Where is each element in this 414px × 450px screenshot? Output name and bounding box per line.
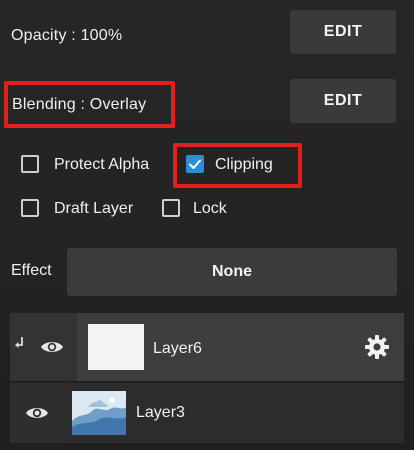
checkmark-icon — [189, 159, 201, 169]
opacity-edit-button[interactable]: EDIT — [290, 10, 396, 54]
effect-label: Effect — [11, 262, 52, 279]
clipping-checkbox[interactable] — [186, 155, 204, 173]
blending-label: Blending : Overlay — [12, 96, 147, 113]
layer-row-layer3[interactable]: Layer3 — [10, 383, 404, 443]
layer6-thumbnail — [88, 324, 144, 370]
eye-icon[interactable] — [40, 339, 64, 355]
layer6-name: Layer6 — [153, 340, 202, 357]
lock-label: Lock — [193, 200, 227, 217]
eye-icon[interactable] — [25, 405, 49, 421]
gear-icon[interactable] — [364, 334, 390, 360]
protect-alpha-label: Protect Alpha — [54, 156, 150, 173]
effect-select-button[interactable]: None — [67, 248, 397, 296]
draft-layer-checkbox[interactable] — [21, 199, 39, 217]
layer3-name: Layer3 — [136, 404, 185, 421]
layer-row-layer6[interactable]: Layer6 — [10, 313, 404, 381]
layer-properties-panel: Opacity : 100% EDIT Blending : Overlay E… — [0, 0, 414, 450]
lock-checkbox[interactable] — [162, 199, 180, 217]
opacity-label: Opacity : 100% — [11, 27, 123, 44]
draft-layer-label: Draft Layer — [54, 200, 134, 217]
clip-arrow-icon — [15, 337, 23, 348]
layer3-thumbnail — [72, 391, 126, 435]
clipping-label: Clipping — [215, 156, 273, 173]
blending-edit-button[interactable]: EDIT — [290, 79, 396, 123]
protect-alpha-checkbox[interactable] — [21, 155, 39, 173]
layer3-thumbnail-image — [72, 391, 126, 435]
